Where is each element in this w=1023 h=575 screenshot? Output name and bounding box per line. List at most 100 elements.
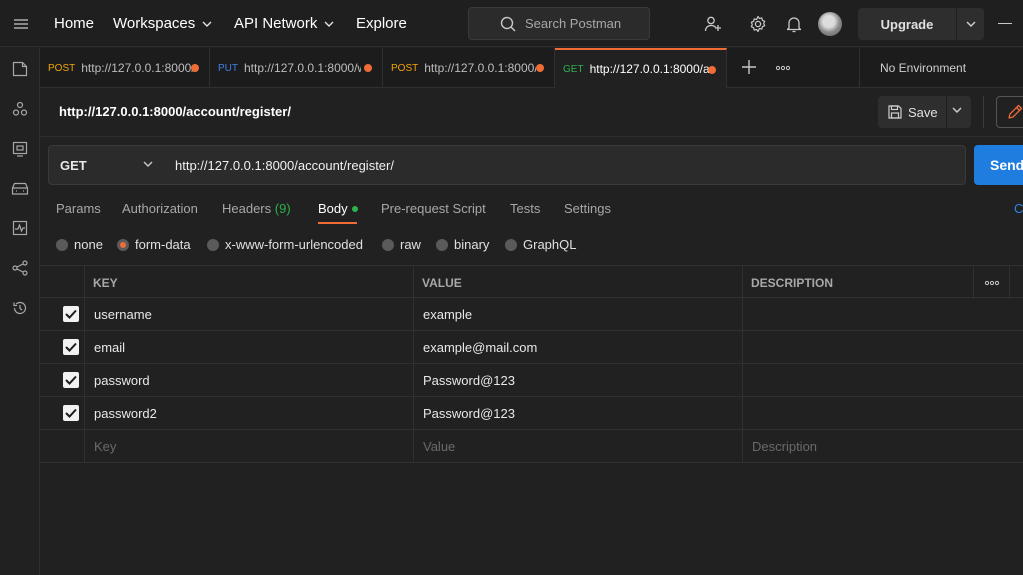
environment-selector[interactable]: No Environment <box>859 48 1023 88</box>
row-key[interactable]: username <box>94 298 152 331</box>
column-divider <box>84 298 85 331</box>
body-type-form-data[interactable]: form-data <box>117 237 191 252</box>
upgrade-button[interactable]: Upgrade <box>858 8 984 40</box>
column-divider <box>413 397 414 430</box>
row-key[interactable]: password <box>94 364 150 397</box>
request-tab[interactable]: POST http://127.0.0.1:8000/v <box>40 48 210 88</box>
edit-button[interactable] <box>996 96 1023 128</box>
save-disk-icon <box>888 105 902 119</box>
active-tab-underline <box>318 222 357 224</box>
tab-tests[interactable]: Tests <box>510 201 540 216</box>
request-name[interactable]: http://127.0.0.1:8000/account/register/ <box>59 104 291 119</box>
column-divider <box>413 298 414 331</box>
row-value[interactable]: Password@123 <box>423 397 515 430</box>
column-divider <box>413 430 414 463</box>
nav-home-label: Home <box>54 15 95 32</box>
row-value[interactable]: Password@123 <box>423 364 515 397</box>
chevron-down-icon[interactable] <box>952 107 962 113</box>
save-button[interactable]: Save <box>878 96 971 128</box>
tab-settings[interactable]: Settings <box>564 201 611 216</box>
request-tab-active[interactable]: GET http://127.0.0.1:8000/ac <box>555 48 727 88</box>
tab-params[interactable]: Params <box>56 201 101 216</box>
avatar[interactable] <box>818 12 842 36</box>
row-checkbox-checked[interactable] <box>63 405 79 421</box>
row-key[interactable]: email <box>94 331 125 364</box>
nav-api-network[interactable]: API Network <box>234 0 334 47</box>
row-value[interactable]: example@mail.com <box>423 331 537 364</box>
tab-headers[interactable]: Headers (9) <box>222 201 291 216</box>
chevron-down-icon[interactable] <box>957 21 984 27</box>
menu-icon[interactable] <box>14 0 34 47</box>
invite-user-icon[interactable] <box>701 12 725 36</box>
radio-icon <box>436 238 448 251</box>
request-tab[interactable]: POST http://127.0.0.1:8000/a <box>383 48 555 88</box>
column-divider <box>84 397 85 430</box>
tab-body-label: Body <box>318 201 348 216</box>
method-select[interactable]: GET <box>48 145 165 185</box>
column-options-ellipsis-icon[interactable] <box>984 266 1000 299</box>
tab-method: POST <box>391 62 419 74</box>
search-placeholder: Search Postman <box>525 16 622 31</box>
row-checkbox-checked[interactable] <box>63 339 79 355</box>
settings-gear-icon[interactable] <box>746 12 770 36</box>
new-description-input[interactable]: Description <box>752 430 817 463</box>
new-tab-plus-icon[interactable] <box>740 58 758 76</box>
row-key[interactable]: password2 <box>94 397 157 430</box>
apis-icon[interactable] <box>10 99 30 119</box>
tab-authorization-label: Authorization <box>122 201 198 216</box>
monitors-icon[interactable] <box>10 218 30 238</box>
mock-servers-icon[interactable] <box>10 179 30 199</box>
radio-selected-icon <box>117 238 129 251</box>
column-divider <box>84 331 85 364</box>
radio-icon <box>505 238 517 251</box>
tab-pre-request-script[interactable]: Pre-request Script <box>381 201 486 216</box>
edit-pencil-icon <box>1008 104 1023 119</box>
notifications-bell-icon[interactable] <box>782 12 806 36</box>
history-icon[interactable] <box>10 298 30 318</box>
column-divider <box>84 430 85 463</box>
body-type-none[interactable]: none <box>56 237 103 252</box>
tab-params-label: Params <box>56 201 101 216</box>
unsaved-dot-icon <box>708 66 716 74</box>
tab-authorization[interactable]: Authorization <box>122 201 198 216</box>
flows-icon[interactable] <box>10 258 30 278</box>
search-box[interactable]: Search Postman <box>468 7 650 40</box>
column-divider <box>84 266 85 299</box>
environments-icon[interactable] <box>10 139 30 159</box>
radio-icon <box>207 238 219 251</box>
row-value[interactable]: example <box>423 298 472 331</box>
more-tabs-ellipsis-icon[interactable] <box>775 60 791 81</box>
body-type-raw[interactable]: raw <box>382 237 421 252</box>
nav-explore[interactable]: Explore <box>356 0 407 47</box>
body-type-label: GraphQL <box>523 237 577 252</box>
row-checkbox-checked[interactable] <box>63 306 79 322</box>
new-value-input[interactable]: Value <box>423 430 455 463</box>
url-input[interactable]: http://127.0.0.1:8000/account/register/ <box>164 145 966 185</box>
unsaved-dot-icon <box>536 64 544 72</box>
column-divider <box>742 430 743 463</box>
nav-home[interactable]: Home <box>54 0 94 47</box>
tab-body[interactable]: Body <box>318 201 358 216</box>
top-bar: Home Workspaces API Network Explore Sear… <box>0 0 1023 47</box>
body-type-urlencoded[interactable]: x-www-form-urlencoded <box>207 237 363 252</box>
body-type-graphql[interactable]: GraphQL <box>505 237 576 252</box>
new-key-input[interactable]: Key <box>94 430 116 463</box>
request-tab[interactable]: PUT http://127.0.0.1:8000/w <box>210 48 383 88</box>
environment-label: No Environment <box>880 61 967 75</box>
row-checkbox-checked[interactable] <box>63 372 79 388</box>
table-row: email example@mail.com <box>40 331 1023 364</box>
tab-url: http://127.0.0.1:8000/ac <box>589 62 710 76</box>
send-button[interactable]: Send <box>974 145 1023 185</box>
nav-workspaces[interactable]: Workspaces <box>113 0 212 47</box>
cookies-link[interactable]: C <box>1014 201 1023 216</box>
column-divider <box>973 266 974 299</box>
body-type-label: form-data <box>135 237 191 252</box>
body-type-binary[interactable]: binary <box>436 237 489 252</box>
column-divider <box>413 331 414 364</box>
minimize-window-icon[interactable] <box>998 23 1012 24</box>
url-value: http://127.0.0.1:8000/account/register/ <box>175 157 394 173</box>
column-header-description: DESCRIPTION <box>751 275 834 290</box>
column-divider <box>84 364 85 397</box>
table-row: username example <box>40 298 1023 331</box>
collections-icon[interactable] <box>10 59 30 79</box>
